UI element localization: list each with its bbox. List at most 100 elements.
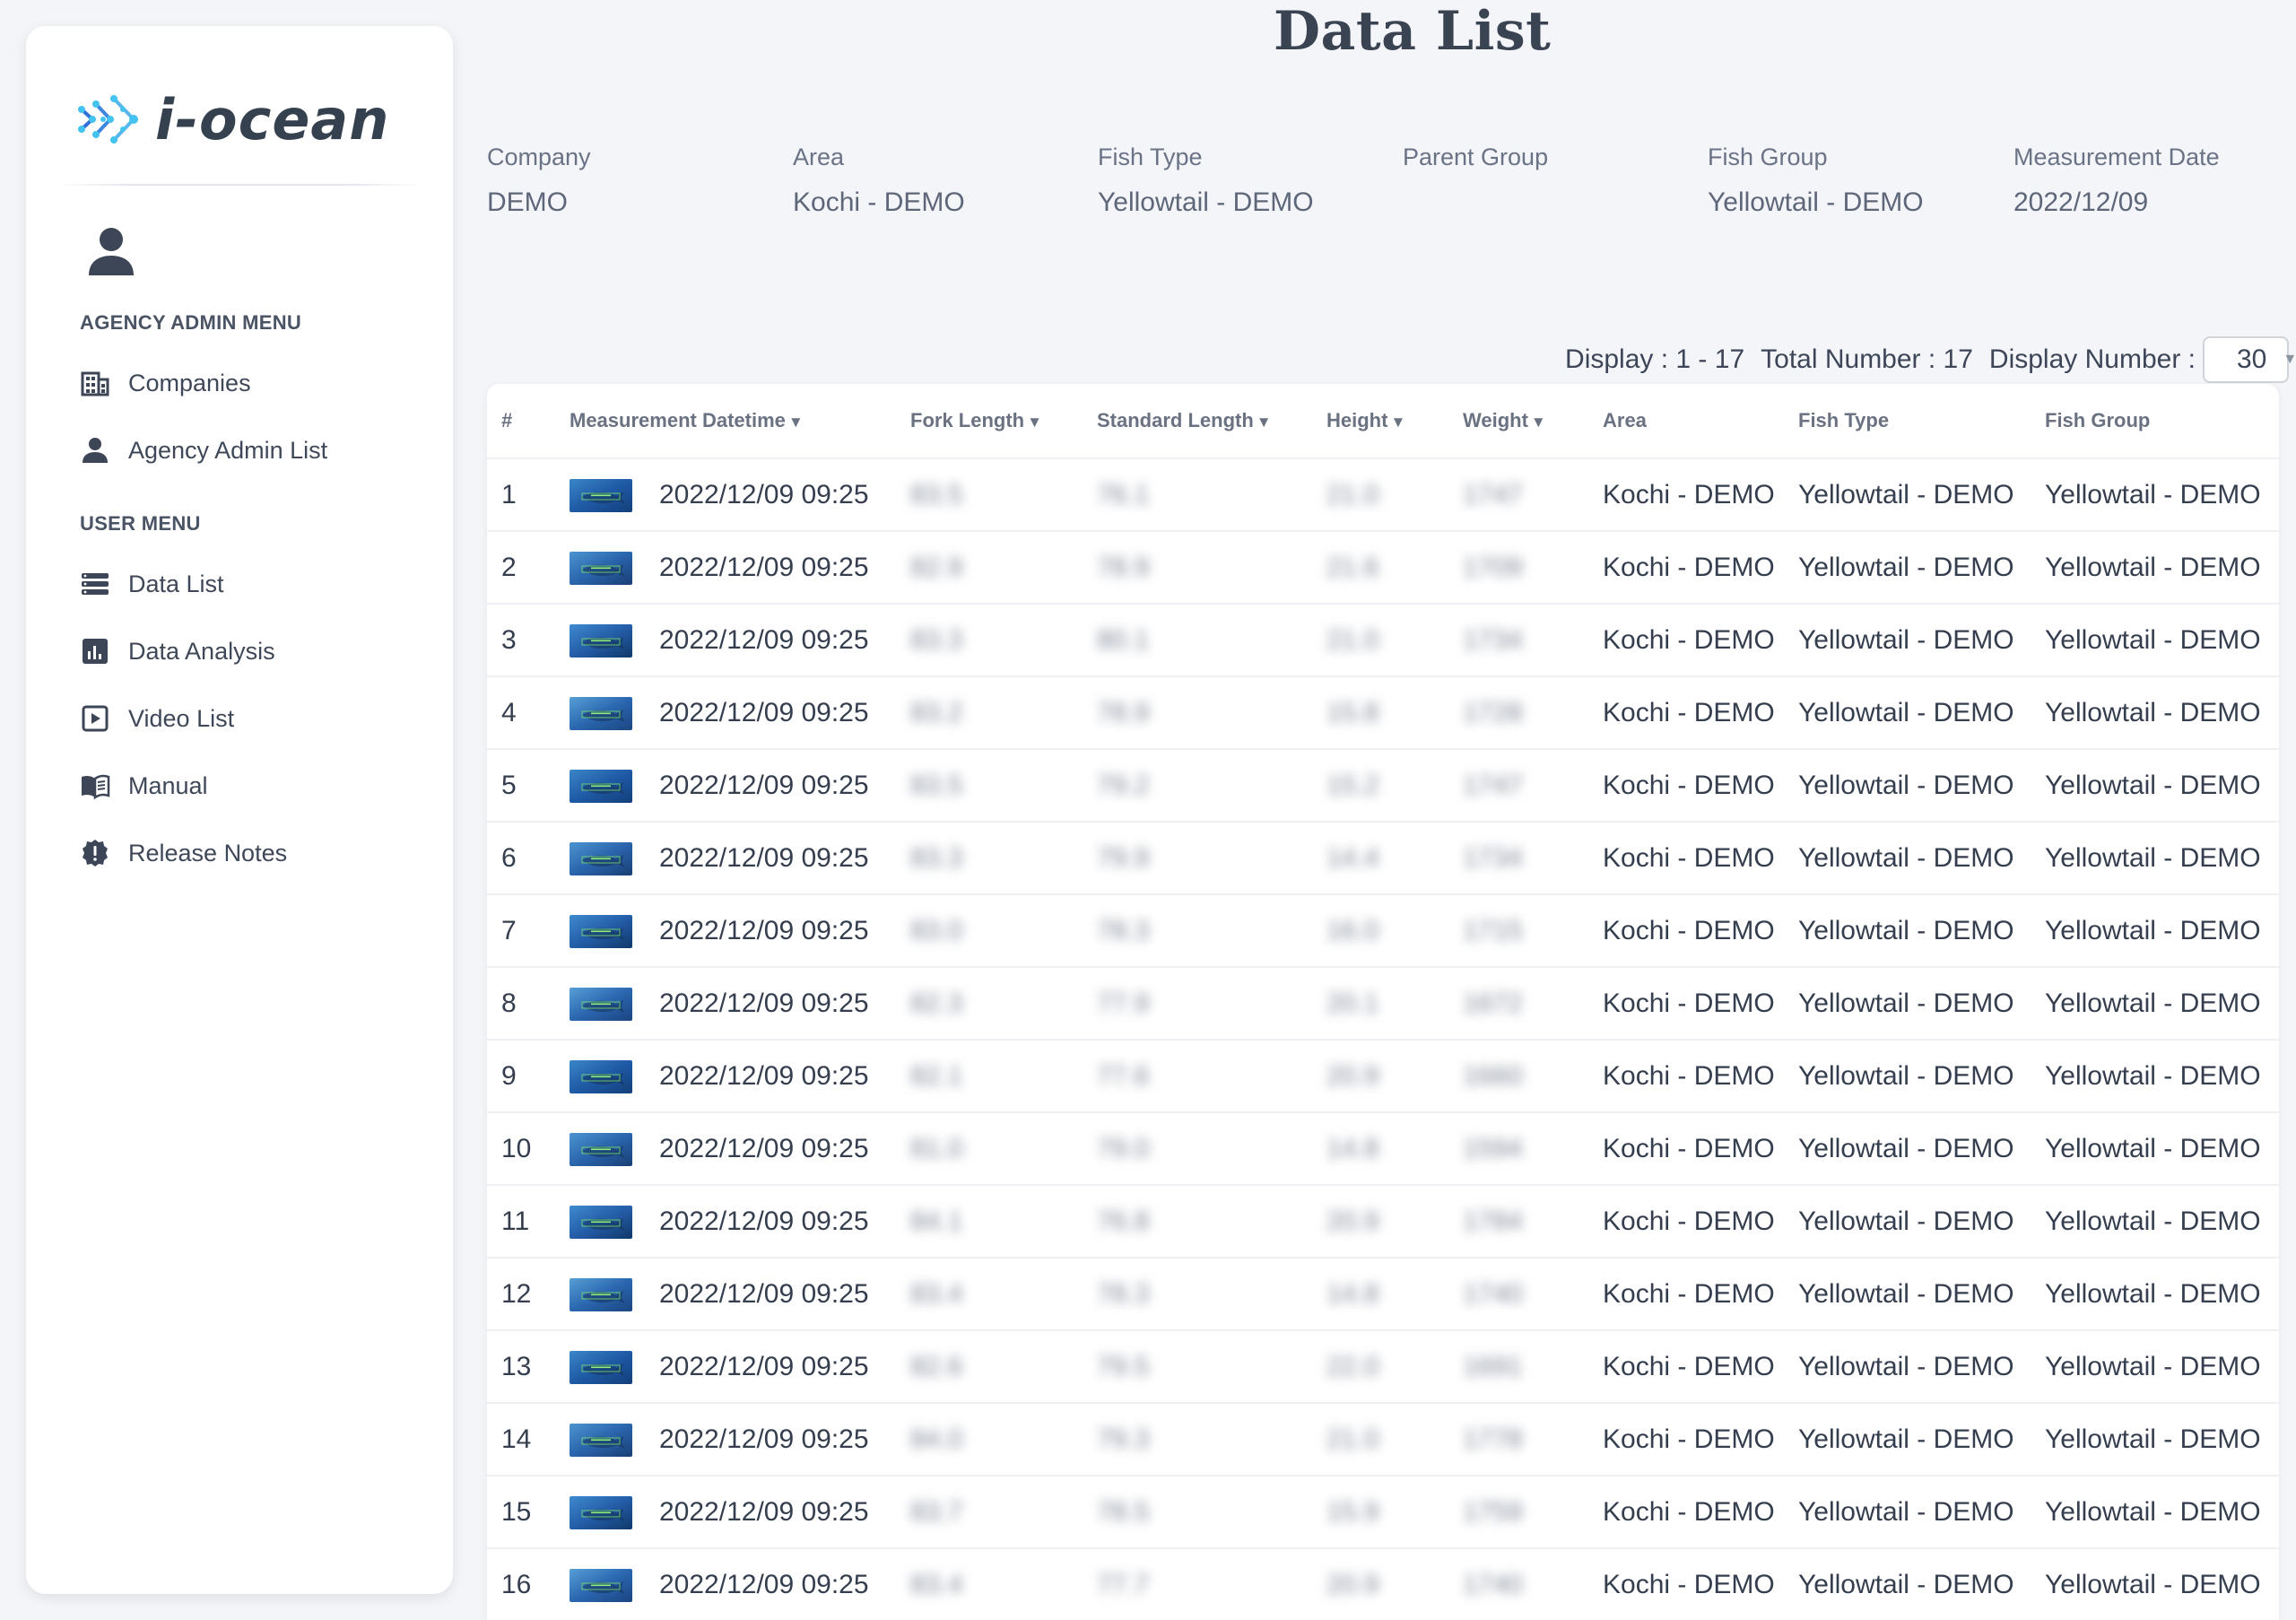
fish-thumbnail[interactable]: [570, 770, 632, 803]
table-row[interactable]: 12 2022/12/09 09:25 83.4 78.3 14.8 1740 …: [487, 1259, 2279, 1331]
row-datetime[interactable]: 2022/12/09 09:25: [659, 1404, 869, 1475]
row-datetime[interactable]: 2022/12/09 09:25: [659, 605, 869, 675]
row-height: 21.0: [1326, 480, 1379, 510]
fish-thumbnail[interactable]: [570, 1496, 632, 1529]
row-height: 15.9: [1326, 1497, 1379, 1527]
row-index: 8: [501, 989, 517, 1018]
menu-item-label: Release Notes: [128, 839, 288, 867]
fish-thumbnail[interactable]: [570, 988, 632, 1021]
filter-fish-group: Fish Group Yellowtail - DEMO: [1708, 144, 1924, 218]
row-fish-group: Yellowtail - DEMO: [2045, 1352, 2261, 1381]
row-index: 10: [501, 1134, 532, 1163]
row-standard-length: 77.7: [1097, 1570, 1150, 1599]
menu-item-companies[interactable]: Companies: [80, 361, 439, 405]
row-height: 14.4: [1326, 843, 1379, 873]
table-row[interactable]: 1 2022/12/09 09:25 83.5 76.1 21.0 1747 K…: [487, 459, 2279, 532]
logo[interactable]: i-ocean: [76, 65, 417, 173]
column-header-height[interactable]: Height ▼: [1326, 409, 1405, 432]
menu-item-manual[interactable]: Manual: [80, 764, 439, 807]
table-row[interactable]: 13 2022/12/09 09:25 82.6 79.5 22.0 1691 …: [487, 1331, 2279, 1404]
row-fork-length: 83.4: [910, 1279, 963, 1309]
row-datetime[interactable]: 2022/12/09 09:25: [659, 1476, 869, 1547]
table-row[interactable]: 2 2022/12/09 09:25 82.9 78.9 21.6 1709 K…: [487, 532, 2279, 605]
menu-item-data-list[interactable]: Data List: [80, 562, 439, 605]
row-datetime[interactable]: 2022/12/09 09:25: [659, 895, 869, 966]
table-row[interactable]: 9 2022/12/09 09:25 82.1 77.6 20.9 1660 K…: [487, 1041, 2279, 1113]
user-avatar-icon[interactable]: [85, 225, 137, 277]
sidebar: i-ocean AGENCY ADMIN MENU Companies Agen…: [26, 26, 453, 1594]
row-fish-group: Yellowtail - DEMO: [2045, 698, 2261, 727]
row-datetime[interactable]: 2022/12/09 09:25: [659, 1549, 869, 1620]
filter-value: Kochi - DEMO: [793, 187, 965, 217]
row-datetime[interactable]: 2022/12/09 09:25: [659, 532, 869, 603]
row-datetime[interactable]: 2022/12/09 09:25: [659, 823, 869, 893]
menu-item-agency-admin-list[interactable]: Agency Admin List: [80, 429, 439, 472]
fish-thumbnail[interactable]: [570, 1133, 632, 1166]
row-weight: 1594: [1463, 1134, 1523, 1163]
fish-thumbnail[interactable]: [570, 1060, 632, 1093]
row-fish-group: Yellowtail - DEMO: [2045, 553, 2261, 582]
fish-thumbnail[interactable]: [570, 1351, 632, 1384]
column-header-weight[interactable]: Weight ▼: [1463, 409, 1546, 432]
sort-icon[interactable]: ▼: [1531, 414, 1546, 431]
row-datetime[interactable]: 2022/12/09 09:25: [659, 1113, 869, 1184]
fish-thumbnail[interactable]: [570, 479, 632, 512]
fish-thumbnail[interactable]: [570, 1424, 632, 1457]
fish-thumbnail[interactable]: [570, 1569, 632, 1602]
sort-icon[interactable]: ▼: [788, 414, 804, 431]
fish-thumbnail[interactable]: [570, 1206, 632, 1239]
menu-item-label: Companies: [128, 369, 251, 396]
row-standard-length: 80.1: [1097, 625, 1150, 655]
table-row[interactable]: 16 2022/12/09 09:25 83.4 77.7 20.9 1740 …: [487, 1549, 2279, 1620]
menu-item-video-list[interactable]: Video List: [80, 697, 439, 740]
fish-thumbnail[interactable]: [570, 842, 632, 875]
column-header-standard-length[interactable]: Standard Length ▼: [1097, 409, 1272, 432]
table-row[interactable]: 6 2022/12/09 09:25 83.3 79.9 14.4 1734 K…: [487, 823, 2279, 895]
row-fish-group: Yellowtail - DEMO: [2045, 480, 2261, 510]
row-weight: 1784: [1463, 1206, 1523, 1236]
filter-value: Yellowtail - DEMO: [1708, 187, 1924, 217]
fish-thumbnail[interactable]: [570, 1278, 632, 1311]
menu-item-data-analysis[interactable]: Data Analysis: [80, 630, 439, 673]
fish-thumbnail[interactable]: [570, 552, 632, 585]
data-table: # Measurement Datetime ▼ Fork Length ▼ Sta…: [487, 384, 2279, 1620]
row-fork-length: 82.6: [910, 1352, 963, 1381]
row-fish-group: Yellowtail - DEMO: [2045, 1279, 2261, 1309]
fish-thumbnail[interactable]: [570, 915, 632, 948]
row-datetime[interactable]: 2022/12/09 09:25: [659, 677, 869, 748]
column-header-fork-length[interactable]: Fork Length ▼: [910, 409, 1042, 432]
row-index: 12: [501, 1279, 532, 1309]
column-header-datetime[interactable]: Measurement Datetime ▼: [570, 409, 804, 432]
filter-fish-type: Fish Type Yellowtail - DEMO: [1098, 144, 1314, 218]
row-fork-length: 84.1: [910, 1206, 963, 1236]
row-datetime[interactable]: 2022/12/09 09:25: [659, 968, 869, 1039]
sort-icon[interactable]: ▼: [1257, 414, 1272, 431]
table-row[interactable]: 14 2022/12/09 09:25 84.0 79.3 21.0 1778 …: [487, 1404, 2279, 1476]
column-header-area: Area: [1603, 409, 1647, 431]
menu-item-release-notes[interactable]: Release Notes: [80, 832, 439, 875]
fish-thumbnail[interactable]: [570, 697, 632, 730]
sort-icon[interactable]: ▼: [1027, 414, 1042, 431]
row-datetime[interactable]: 2022/12/09 09:25: [659, 459, 869, 530]
table-row[interactable]: 5 2022/12/09 09:25 83.5 79.2 15.2 1747 K…: [487, 750, 2279, 823]
row-datetime[interactable]: 2022/12/09 09:25: [659, 1259, 869, 1329]
table-row[interactable]: 10 2022/12/09 09:25 81.0 79.0 14.8 1594 …: [487, 1113, 2279, 1186]
sort-icon[interactable]: ▼: [1390, 414, 1405, 431]
fish-thumbnail-image: [570, 697, 632, 730]
table-row[interactable]: 7 2022/12/09 09:25 83.0 78.3 16.0 1715 K…: [487, 895, 2279, 968]
row-datetime[interactable]: 2022/12/09 09:25: [659, 1331, 869, 1402]
fish-thumbnail[interactable]: [570, 624, 632, 658]
row-weight: 1759: [1463, 1497, 1523, 1527]
table-row[interactable]: 3 2022/12/09 09:25 83.3 80.1 21.0 1734 K…: [487, 605, 2279, 677]
display-number-select[interactable]: 30 ▼: [2203, 336, 2296, 383]
table-row[interactable]: 4 2022/12/09 09:25 83.2 78.9 15.8 1728 K…: [487, 677, 2279, 750]
row-standard-length: 76.1: [1097, 480, 1150, 510]
filter-label: Area: [793, 144, 845, 170]
row-datetime[interactable]: 2022/12/09 09:25: [659, 750, 869, 821]
table-row[interactable]: 8 2022/12/09 09:25 82.3 77.9 20.1 1672 K…: [487, 968, 2279, 1041]
table-row[interactable]: 11 2022/12/09 09:25 84.1 76.8 20.9 1784 …: [487, 1186, 2279, 1259]
row-datetime[interactable]: 2022/12/09 09:25: [659, 1186, 869, 1257]
filter-label: Measurement Date: [2013, 144, 2220, 170]
table-row[interactable]: 15 2022/12/09 09:25 83.7 78.5 15.9 1759 …: [487, 1476, 2279, 1549]
row-datetime[interactable]: 2022/12/09 09:25: [659, 1041, 869, 1111]
